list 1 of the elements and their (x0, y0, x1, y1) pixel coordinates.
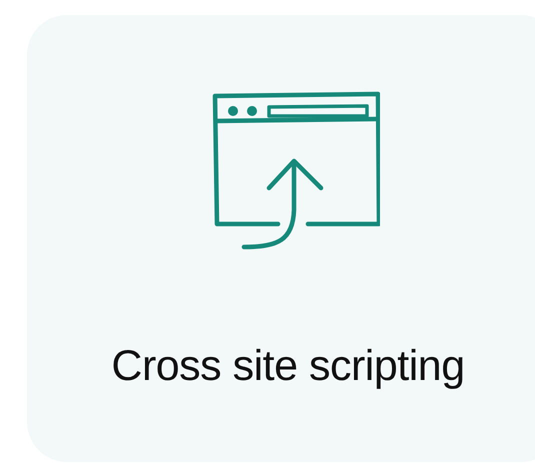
card-title: Cross site scripting (111, 342, 465, 391)
